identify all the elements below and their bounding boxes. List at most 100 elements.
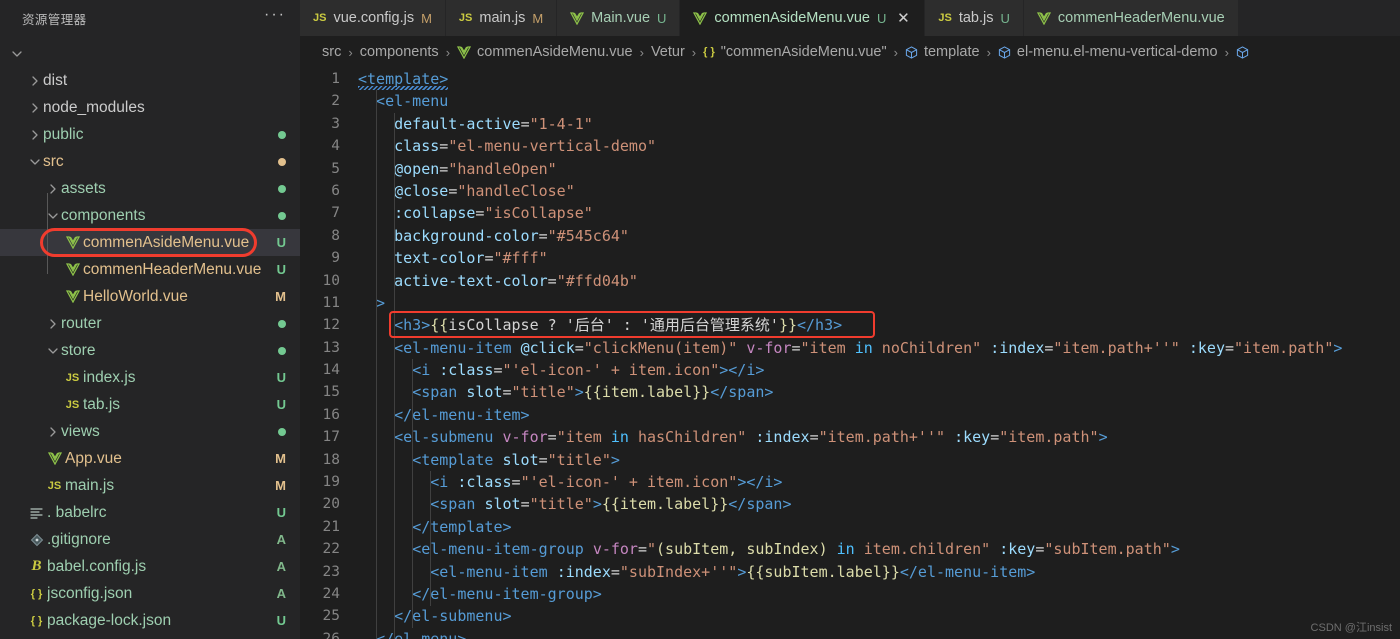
chevron-down-icon[interactable] [26,156,43,168]
code-token: "el-menu-vertical-demo" [448,137,657,156]
breadcrumb-item[interactable]: template [905,44,980,60]
breadcrumb-item[interactable]: el-menu.el-menu-vertical-demo [998,44,1218,60]
code-line[interactable]: 8 background-color="#545c64" [300,225,1400,247]
code-line[interactable]: 26 </el-menu> [300,628,1400,639]
explorer-header: 资源管理器 ··· [0,0,300,36]
tree-item-commenheadermenu-vue[interactable]: commenHeaderMenu.vue U [0,256,300,283]
editor-tab-commenheadermenu-vue[interactable]: commenHeaderMenu.vue [1023,0,1239,36]
chevron-right-icon[interactable] [26,129,43,141]
json-icon: { } [703,46,715,58]
breadcrumb-item[interactable]: commenAsideMenu.vue [457,44,633,60]
code-line[interactable]: 20 <span slot="title">{{item.label}}</sp… [300,493,1400,515]
chevron-right-icon[interactable] [44,318,61,330]
code-line[interactable]: 7 :collapse="isCollapse" [300,202,1400,224]
editor-tab-vue-config-js[interactable]: JS vue.config.js M [300,0,446,36]
tree-item-assets[interactable]: assets [0,175,300,202]
chevron-right-icon[interactable] [26,102,43,114]
tree-item-src[interactable]: src [0,148,300,175]
editor-tab-tab-js[interactable]: JS tab.js U [925,0,1024,36]
code-line[interactable]: 1 <template> [300,68,1400,90]
code-token: > [358,293,386,312]
tree-root[interactable] [0,40,300,67]
tree-item-store[interactable]: store [0,337,300,364]
breadcrumb[interactable]: src › components › commenAsideMenu.vue › Vetur… [300,36,1400,68]
code-token: "'el-icon-' + item.icon" [520,473,738,492]
line-content: <span slot="title">{{item.label}}</span> [358,381,1400,403]
code-token: </el-menu> [376,629,467,639]
chevron-down-icon[interactable] [44,345,61,357]
code-line[interactable]: 3 default-active="1-4-1" [300,113,1400,135]
breadcrumb-item[interactable]: src [322,44,341,60]
code-line[interactable]: 4 class="el-menu-vertical-demo" [300,135,1400,157]
tree-item-label: .gitignore [47,530,111,548]
tree-item-tab-js[interactable]: JS tab.js U [0,391,300,418]
code-line[interactable]: 13 <el-menu-item @click="clickMenu(item)… [300,337,1400,359]
tree-item-label: public [43,125,84,143]
close-icon[interactable]: ✕ [895,9,911,27]
code-token: text-color [394,249,485,268]
code-line[interactable]: 21 </template> [300,516,1400,538]
tree-item-public[interactable]: public [0,121,300,148]
code-line[interactable]: 6 @close="handleClose" [300,180,1400,202]
breadcrumb-item[interactable] [1236,45,1249,59]
breadcrumb-item[interactable]: { } "commenAsideMenu.vue" [703,44,886,60]
tree-item--gitignore[interactable]: .gitignore A [0,526,300,553]
js-file-icon: JS [47,479,62,492]
tree-item-views[interactable]: views [0,418,300,445]
tree-item-jsconfig-json[interactable]: { } jsconfig.json A [0,580,300,607]
editor-tab-main-vue[interactable]: Main.vue U [557,0,681,36]
code-line[interactable]: 10 active-text-color="#ffd04b" [300,270,1400,292]
tree-item-package-lock-json[interactable]: { } package-lock.json U [0,607,300,634]
code-line[interactable]: 5 @open="handleOpen" [300,158,1400,180]
code-line[interactable]: 15 <span slot="title">{{item.label}}</sp… [300,381,1400,403]
tree-item-index-js[interactable]: JS index.js U [0,364,300,391]
code-line[interactable]: 23 <el-menu-item :index="subIndex+''">{{… [300,561,1400,583]
tree-item-node-modules[interactable]: node_modules [0,94,300,121]
line-content: active-text-color="#ffd04b" [358,270,1400,292]
tree-item-components[interactable]: components [0,202,300,229]
code-token: isCollapse ? '后台' : '通用后台管理系统' [448,316,779,335]
code-token: </h3> [797,316,843,335]
code-indent-guide [376,90,378,639]
code-line[interactable]: 9 text-color="#fff" [300,247,1400,269]
tree-item-app-vue[interactable]: App.vue M [0,445,300,472]
breadcrumb-item[interactable]: Vetur [651,44,685,60]
tree-item-router[interactable]: router [0,310,300,337]
chevron-right-icon[interactable] [26,75,43,87]
code-line[interactable]: 24 </el-menu-item-group> [300,583,1400,605]
editor-tab-main-js[interactable]: JS main.js M [445,0,558,36]
tree-item-helloworld-vue[interactable]: HelloWorld.vue M [0,283,300,310]
code-line[interactable]: 16 </el-menu-item> [300,404,1400,426]
chevron-down-icon[interactable] [8,48,25,60]
code-token: "item.path+''" [1053,338,1180,357]
code-line[interactable]: 22 <el-menu-item-group v-for="(subItem, … [300,538,1400,560]
symbol-cube-icon [998,45,1011,59]
code-token: = [1225,338,1235,357]
json-file-icon: { } [30,614,43,627]
git-status-badge: U [276,613,286,628]
code-line[interactable]: 14 <i :class="'el-icon-' + item.icon"></… [300,359,1400,381]
git-file-icon [26,533,47,547]
editor-tab-bar[interactable]: JS vue.config.js M JS main.js M Main.vue Ucomme… [300,0,1400,36]
tree-item-commenasidemenu-vue[interactable]: commenAsideMenu.vue U [0,229,300,256]
tree-item-main-js[interactable]: JS main.js M [0,472,300,499]
code-line[interactable]: 19 <i :class="'el-icon-' + item.icon"></… [300,471,1400,493]
code-editor[interactable]: 1 <template> 2 <el-menu 3 default-active="1… [300,68,1400,639]
chevron-right-icon[interactable] [44,426,61,438]
code-line[interactable]: 25 </el-submenu> [300,605,1400,627]
code-line[interactable]: 2 <el-menu [300,90,1400,112]
tree-item-babel-config-js[interactable]: Bbabel.config.js A [0,553,300,580]
code-line[interactable]: 12 <h3>{{isCollapse ? '后台' : '通用后台管理系统'}… [300,314,1400,336]
tree-item-dist[interactable]: dist [0,67,300,94]
line-content: <h3>{{isCollapse ? '后台' : '通用后台管理系统'}}</… [358,314,1400,336]
code-line[interactable]: 18 <template slot="title"> [300,449,1400,471]
code-line[interactable]: 11 > [300,292,1400,314]
tree-item--babelrc[interactable]: . babelrc U [0,499,300,526]
code-token: </template> [412,517,512,536]
editor-tab-commenasidemenu-vue[interactable]: commenAsideMenu.vue U ✕ [680,0,926,36]
breadcrumb-item[interactable]: components [360,44,439,60]
more-actions-icon[interactable]: ··· [264,7,286,26]
file-tree[interactable]: dist node_modulespublic src assets component… [0,36,300,639]
code-line[interactable]: 17 <el-submenu v-for="item in hasChildre… [300,426,1400,448]
